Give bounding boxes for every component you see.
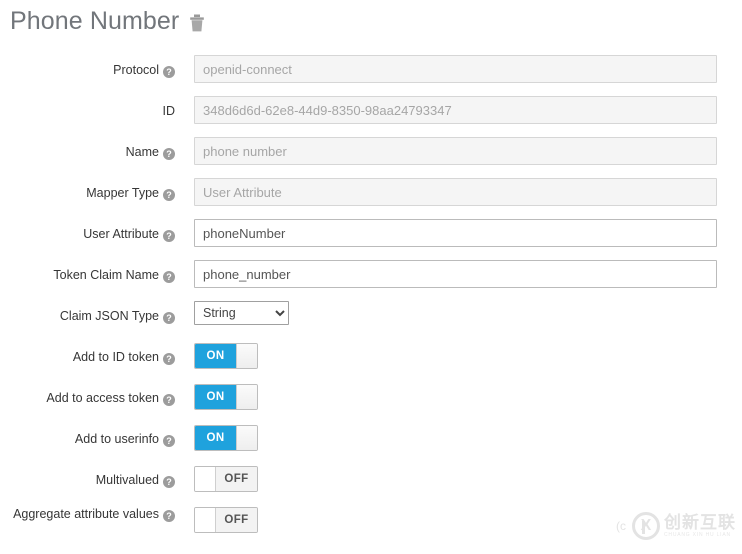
field-label-add-to-userinfo: Add to userinfo? bbox=[0, 431, 175, 448]
field-label-text: Add to ID token bbox=[73, 350, 159, 364]
field-control-claim-json-type: StringlongintbooleanJSON bbox=[194, 301, 289, 325]
page-header: Phone Number bbox=[10, 6, 205, 36]
form-row-add-to-userinfo: Add to userinfo? ON bbox=[0, 424, 742, 465]
field-label-text: User Attribute bbox=[83, 227, 159, 241]
form-row-id: ID bbox=[0, 96, 742, 137]
field-label-multivalued: Multivalued? bbox=[0, 472, 175, 489]
watermark-text: 创新互联 CHUANG XIN HU LIAN bbox=[664, 514, 736, 538]
field-control-add-to-access-token: ON bbox=[194, 383, 258, 409]
form-row-user-attribute: User Attribute? bbox=[0, 219, 742, 260]
field-control-protocol bbox=[194, 55, 717, 83]
input-name bbox=[194, 137, 717, 165]
field-control-id bbox=[194, 96, 717, 124]
field-label-text: Claim JSON Type bbox=[60, 309, 159, 323]
field-label-text: Token Claim Name bbox=[53, 268, 159, 282]
field-label-text: Mapper Type bbox=[86, 186, 159, 200]
toggle-add-to-userinfo[interactable]: ON bbox=[194, 425, 258, 451]
toggle-aggregate-attribute-values[interactable]: OFF bbox=[194, 507, 258, 533]
field-label-text: Protocol bbox=[113, 63, 159, 77]
field-label-text: Add to access token bbox=[46, 391, 159, 405]
form-row-multivalued: Multivalued? OFF bbox=[0, 465, 742, 506]
toggle-add-to-id-token[interactable]: ON bbox=[194, 343, 258, 369]
form-row-protocol: Protocol? bbox=[0, 55, 742, 96]
form-row-token-claim-name: Token Claim Name? bbox=[0, 260, 742, 301]
toggle-state-label: ON bbox=[195, 344, 236, 368]
toggle-knob bbox=[195, 508, 216, 532]
field-control-add-to-id-token: ON bbox=[194, 342, 258, 368]
input-mapper-type bbox=[194, 178, 717, 206]
toggle-state-label: ON bbox=[195, 385, 236, 409]
field-label-add-to-id-token: Add to ID token? bbox=[0, 349, 175, 366]
input-token-claim-name[interactable] bbox=[194, 260, 717, 288]
toggle-multivalued[interactable]: OFF bbox=[194, 466, 258, 492]
field-label-protocol: Protocol? bbox=[0, 62, 175, 79]
field-control-add-to-userinfo: ON bbox=[194, 424, 258, 450]
watermark-logo-icon: X bbox=[632, 512, 660, 540]
help-icon[interactable]: ? bbox=[163, 230, 175, 242]
field-label-user-attribute: User Attribute? bbox=[0, 226, 175, 243]
toggle-state-label: OFF bbox=[216, 508, 257, 532]
mapper-form: Protocol?IDName?Mapper Type?User Attribu… bbox=[0, 55, 742, 554]
select-claim-json-type[interactable]: StringlongintbooleanJSON bbox=[194, 301, 289, 325]
field-label-aggregate-attribute-values: Aggregate attribute values? bbox=[0, 506, 175, 523]
watermark: (c X 创新互联 CHUANG XIN HU LIAN bbox=[616, 512, 736, 540]
help-icon[interactable]: ? bbox=[163, 353, 175, 365]
field-label-name: Name? bbox=[0, 144, 175, 161]
field-control-aggregate-attribute-values: OFF bbox=[194, 506, 258, 532]
toggle-add-to-access-token[interactable]: ON bbox=[194, 384, 258, 410]
field-label-id: ID bbox=[0, 103, 175, 120]
help-icon[interactable]: ? bbox=[163, 312, 175, 324]
input-id bbox=[194, 96, 717, 124]
watermark-pinyin: CHUANG XIN HU LIAN bbox=[664, 533, 736, 538]
help-icon[interactable]: ? bbox=[163, 148, 175, 160]
field-control-token-claim-name bbox=[194, 260, 717, 288]
form-row-add-to-access-token: Add to access token? ON bbox=[0, 383, 742, 424]
help-icon[interactable]: ? bbox=[163, 510, 175, 522]
field-label-text: Name bbox=[126, 145, 159, 159]
toggle-knob bbox=[236, 344, 257, 368]
input-user-attribute[interactable] bbox=[194, 219, 717, 247]
field-label-add-to-access-token: Add to access token? bbox=[0, 390, 175, 407]
field-control-name bbox=[194, 137, 717, 165]
watermark-tick-icon: (c bbox=[616, 519, 626, 533]
toggle-knob bbox=[195, 467, 216, 491]
input-protocol bbox=[194, 55, 717, 83]
help-icon[interactable]: ? bbox=[163, 476, 175, 488]
trash-icon[interactable] bbox=[189, 14, 205, 32]
field-control-user-attribute bbox=[194, 219, 717, 247]
form-row-mapper-type: Mapper Type? bbox=[0, 178, 742, 219]
help-icon[interactable]: ? bbox=[163, 271, 175, 283]
field-label-text: ID bbox=[163, 104, 176, 118]
toggle-state-label: OFF bbox=[216, 467, 257, 491]
help-icon[interactable]: ? bbox=[163, 189, 175, 201]
help-icon[interactable]: ? bbox=[163, 435, 175, 447]
field-label-text: Add to userinfo bbox=[75, 432, 159, 446]
toggle-state-label: ON bbox=[195, 426, 236, 450]
field-control-multivalued: OFF bbox=[194, 465, 258, 491]
form-row-add-to-id-token: Add to ID token? ON bbox=[0, 342, 742, 383]
help-icon[interactable]: ? bbox=[163, 394, 175, 406]
form-row-name: Name? bbox=[0, 137, 742, 178]
field-label-token-claim-name: Token Claim Name? bbox=[0, 267, 175, 284]
field-label-mapper-type: Mapper Type? bbox=[0, 185, 175, 202]
field-label-claim-json-type: Claim JSON Type? bbox=[0, 308, 175, 325]
toggle-knob bbox=[236, 385, 257, 409]
help-icon[interactable]: ? bbox=[163, 66, 175, 78]
field-label-text: Aggregate attribute values bbox=[13, 507, 159, 521]
field-control-mapper-type bbox=[194, 178, 717, 206]
page-title: Phone Number bbox=[10, 6, 179, 36]
watermark-chinese: 创新互联 bbox=[664, 514, 736, 531]
field-label-text: Multivalued bbox=[96, 473, 159, 487]
toggle-knob bbox=[236, 426, 257, 450]
form-row-claim-json-type: Claim JSON Type? StringlongintbooleanJSON bbox=[0, 301, 742, 342]
